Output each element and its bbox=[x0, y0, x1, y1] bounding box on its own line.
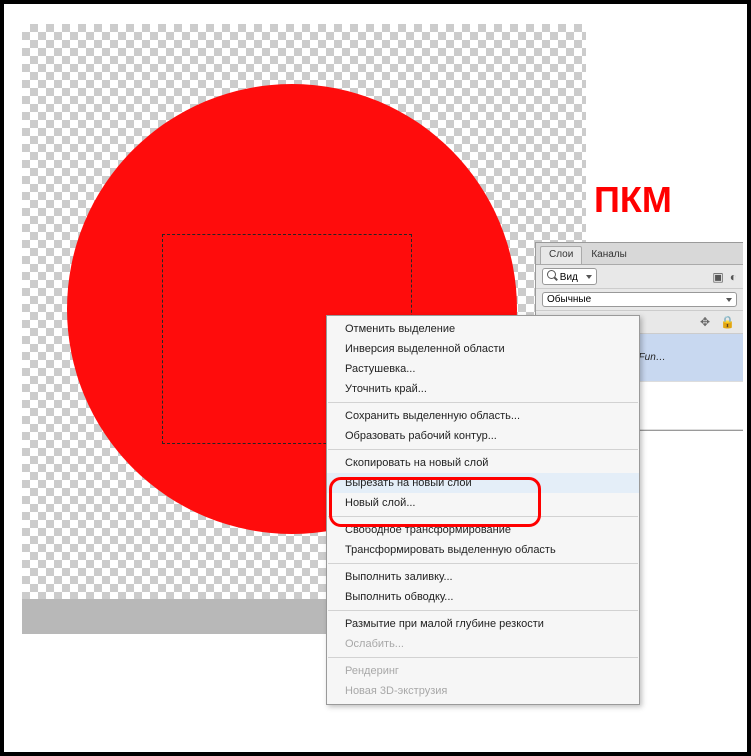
blend-mode-dropdown[interactable]: Обычные bbox=[542, 292, 737, 307]
fullscreen-icon[interactable]: ▣ bbox=[712, 270, 723, 284]
lock-icon[interactable]: 🔒 bbox=[720, 315, 735, 329]
blend-mode-label: Обычные bbox=[547, 294, 591, 305]
menu-item-3[interactable]: Уточнить край... bbox=[327, 379, 639, 399]
menu-separator bbox=[328, 657, 638, 658]
menu-item-16[interactable]: Выполнить обводку... bbox=[327, 587, 639, 607]
filter-dropdown[interactable]: Вид bbox=[542, 268, 597, 285]
menu-item-5[interactable]: Сохранить выделенную область... bbox=[327, 406, 639, 426]
app-frame: ПКМ Слои Каналы Вид ▣ ◐ Обычные ✥ 🔒 bbox=[4, 4, 747, 752]
menu-item-22: Новая 3D-экструзия bbox=[327, 681, 639, 701]
tab-channels[interactable]: Каналы bbox=[582, 246, 636, 264]
watermark: user-life.com bbox=[661, 734, 741, 750]
menu-item-8[interactable]: Скопировать на новый слой bbox=[327, 453, 639, 473]
menu-item-10[interactable]: Новый слой... bbox=[327, 493, 639, 513]
menu-item-0[interactable]: Отменить выделение bbox=[327, 319, 639, 339]
panel-filter-row: Вид ▣ ◐ bbox=[536, 265, 743, 289]
move-icon[interactable]: ✥ bbox=[700, 315, 710, 329]
panel-mode-row: Обычные bbox=[536, 289, 743, 311]
menu-item-15[interactable]: Выполнить заливку... bbox=[327, 567, 639, 587]
menu-item-21: Рендеринг bbox=[327, 661, 639, 681]
menu-item-13[interactable]: Трансформировать выделенную область bbox=[327, 540, 639, 560]
menu-item-18[interactable]: Размытие при малой глубине резкости bbox=[327, 614, 639, 634]
menu-separator bbox=[328, 449, 638, 450]
context-menu: Отменить выделениеИнверсия выделенной об… bbox=[326, 315, 640, 705]
menu-separator bbox=[328, 516, 638, 517]
menu-item-19: Ослабить... bbox=[327, 634, 639, 654]
menu-item-6[interactable]: Образовать рабочий контур... bbox=[327, 426, 639, 446]
search-icon bbox=[547, 270, 557, 280]
annotation-pkm: ПКМ bbox=[594, 179, 672, 221]
menu-item-9[interactable]: Вырезать на новый слой bbox=[327, 473, 639, 493]
menu-item-1[interactable]: Инверсия выделенной области bbox=[327, 339, 639, 359]
tab-layers[interactable]: Слои bbox=[540, 246, 582, 264]
panel-tabs: Слои Каналы bbox=[536, 243, 743, 265]
menu-separator bbox=[328, 610, 638, 611]
menu-item-12[interactable]: Свободное трансформирование bbox=[327, 520, 639, 540]
menu-separator bbox=[328, 563, 638, 564]
adjustments-icon[interactable]: ◐ bbox=[730, 270, 737, 284]
menu-separator bbox=[328, 402, 638, 403]
menu-item-2[interactable]: Растушевка... bbox=[327, 359, 639, 379]
filter-label: Вид bbox=[560, 272, 578, 283]
